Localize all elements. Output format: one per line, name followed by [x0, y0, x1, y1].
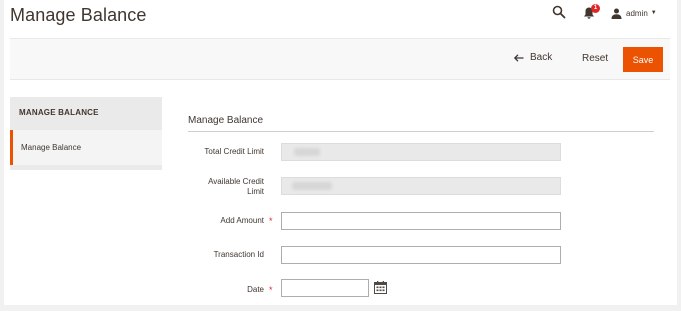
redacted-value — [294, 148, 320, 156]
page: Manage Balance 1 admin ▼ Back Reset Save — [4, 0, 677, 305]
sidebar-item-manage-balance[interactable]: Manage Balance — [10, 130, 162, 165]
user-name: admin — [626, 8, 648, 18]
available-credit-limit-label-line1: Available Credit — [208, 177, 264, 186]
section-title: Manage Balance — [188, 115, 264, 126]
arrow-left-icon — [514, 53, 524, 62]
total-credit-limit-field — [281, 143, 561, 161]
save-button[interactable]: Save — [623, 47, 663, 72]
date-picker-button[interactable] — [374, 281, 388, 295]
user-menu[interactable]: admin ▼ — [611, 5, 657, 21]
total-credit-limit-label: Total Credit Limit — [204, 147, 264, 156]
search-icon — [552, 5, 566, 19]
caret-down-icon: ▼ — [650, 10, 657, 16]
date-field[interactable] — [281, 279, 369, 297]
user-icon — [611, 8, 622, 19]
notification-count-badge: 1 — [591, 4, 600, 13]
sidebar: MANAGE BALANCE Manage Balance — [10, 97, 162, 170]
date-label: Date — [247, 285, 264, 294]
back-button[interactable]: Back — [514, 52, 552, 63]
notifications-button[interactable]: 1 — [582, 4, 600, 21]
section-divider — [188, 131, 654, 132]
required-indicator: * — [269, 285, 273, 295]
available-credit-limit-label: Available Credit Limit — [184, 177, 264, 197]
search-button[interactable] — [552, 5, 568, 21]
sidebar-title: MANAGE BALANCE — [10, 97, 162, 130]
transaction-id-field[interactable] — [281, 246, 561, 264]
add-amount-field[interactable] — [281, 212, 561, 230]
back-button-label: Back — [530, 52, 553, 63]
page-title: Manage Balance — [10, 5, 147, 25]
reset-button[interactable]: Reset — [582, 53, 608, 64]
add-amount-label: Add Amount — [220, 216, 264, 225]
sidebar-divider — [10, 165, 162, 170]
available-credit-limit-label-line2: Limit — [247, 187, 264, 196]
redacted-value — [292, 182, 332, 190]
required-indicator: * — [269, 216, 273, 226]
sidebar-item-label: Manage Balance — [21, 143, 82, 152]
transaction-id-label: Transaction Id — [213, 250, 264, 259]
calendar-icon — [374, 281, 387, 294]
page-actions-bar: Back Reset Save — [10, 38, 670, 80]
